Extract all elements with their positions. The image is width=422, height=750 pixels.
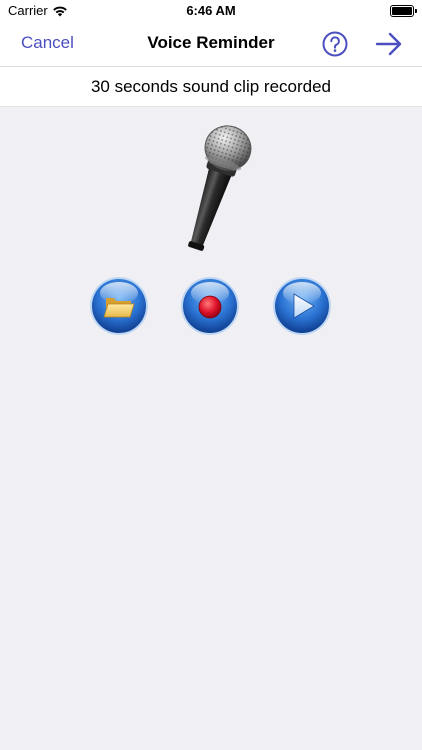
- microphone-icon: [188, 125, 252, 251]
- navigation-bar: Cancel Voice Reminder: [0, 22, 422, 66]
- record-button[interactable]: [180, 276, 240, 336]
- cancel-button[interactable]: Cancel: [21, 33, 74, 53]
- question-circle-icon[interactable]: [322, 31, 348, 57]
- arrow-right-icon[interactable]: [375, 31, 403, 57]
- clock: 6:46 AM: [186, 3, 236, 18]
- open-button[interactable]: [89, 276, 149, 336]
- battery-icon: [390, 5, 417, 17]
- play-button[interactable]: [272, 276, 332, 336]
- record-icon: [198, 295, 222, 319]
- battery-level: [392, 7, 412, 15]
- status-message: 30 seconds sound clip recorded: [0, 66, 422, 107]
- status-bar: Carrier 6:46 AM: [0, 0, 422, 22]
